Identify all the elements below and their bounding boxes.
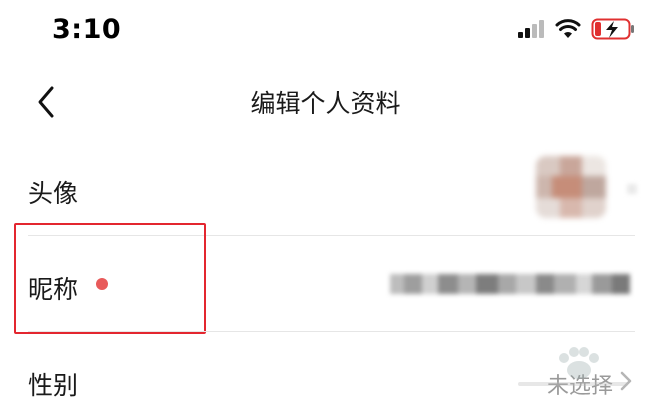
nickname-label: 昵称 — [28, 275, 79, 304]
wifi-icon — [555, 19, 581, 38]
signal-icon — [518, 20, 544, 38]
nickname-value-obscured — [390, 266, 636, 302]
required-dot — [96, 278, 108, 290]
avatar[interactable] — [536, 156, 606, 218]
nickname-row[interactable]: 昵称 — [0, 236, 651, 332]
nav-bar: 编辑个人资料 — [0, 58, 651, 148]
page-title: 编辑个人资料 — [250, 89, 401, 118]
status-bar: 3:10 — [0, 0, 651, 58]
avatar-indicator — [627, 184, 637, 194]
status-time: 3:10 — [52, 14, 122, 45]
status-icons — [517, 16, 637, 42]
battery-charging-icon — [591, 18, 634, 40]
avatar-label: 头像 — [28, 179, 79, 208]
gender-label: 性别 — [28, 371, 79, 400]
watermark-logo — [518, 347, 628, 386]
